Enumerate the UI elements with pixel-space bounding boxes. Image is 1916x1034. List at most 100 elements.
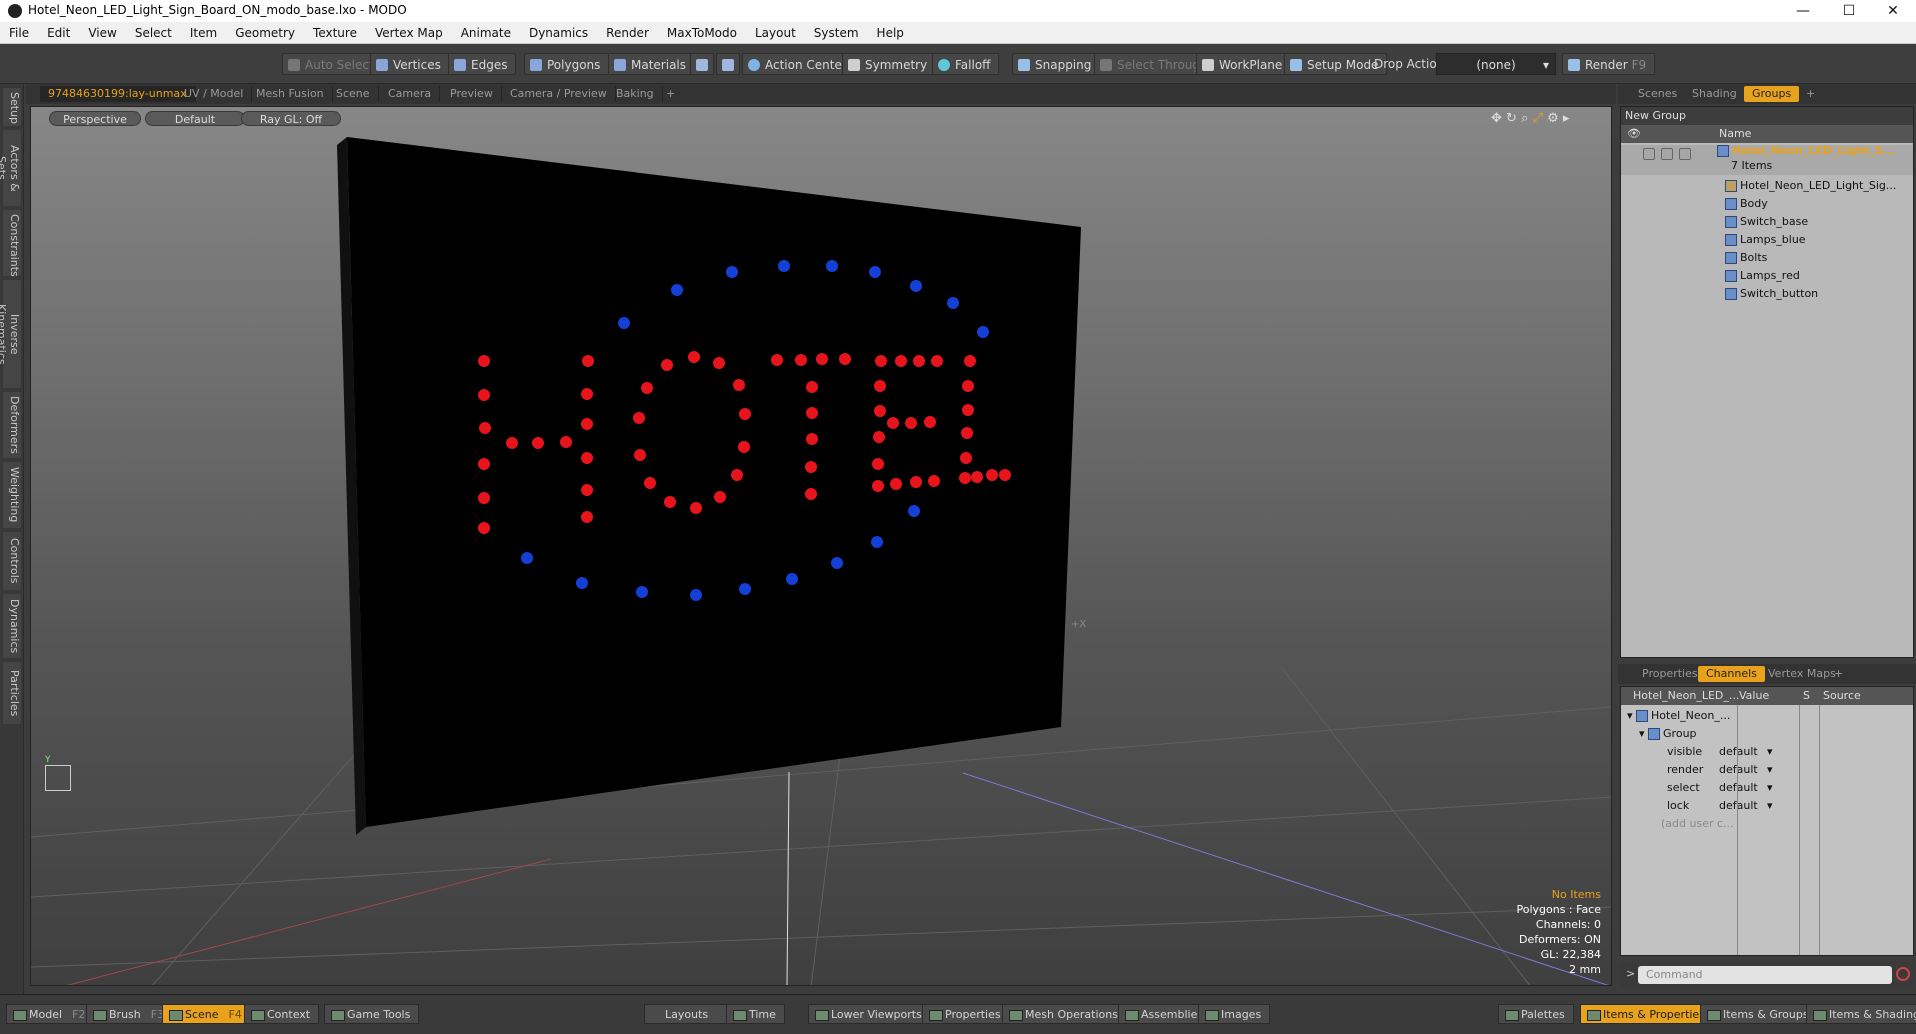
group-root-row[interactable]: Hotel_Neon_LED_Light_S... 7 Items	[1621, 144, 1913, 175]
tab-layout-unmax[interactable]: 97484630199:lay-unmax	[40, 86, 196, 102]
chevron-down-icon[interactable]: ▾	[1767, 797, 1773, 815]
group-item-row[interactable]: Bolts	[1621, 249, 1913, 267]
tab-weighting[interactable]: Weighting	[3, 462, 21, 528]
palettes-button[interactable]: Palettes	[1498, 1004, 1574, 1024]
scene-button[interactable]: Scene F4	[162, 1004, 251, 1024]
menu-geometry[interactable]: Geometry	[226, 22, 304, 44]
stop-icon[interactable]	[1896, 967, 1910, 981]
tab-actors-sets[interactable]: Actors & Sets	[0, 130, 21, 206]
menu-texture[interactable]: Texture	[304, 22, 366, 44]
menu-animate[interactable]: Animate	[452, 22, 520, 44]
action-center-button[interactable]: Action Center	[742, 53, 856, 75]
images-button[interactable]: Images	[1198, 1004, 1271, 1024]
group-item-row[interactable]: Switch_base	[1621, 213, 1913, 231]
setup-mode-button[interactable]: Setup Mode	[1284, 53, 1388, 75]
tab-scene[interactable]: Scene	[328, 86, 379, 102]
items-groups-button[interactable]: Items & Groups	[1700, 1004, 1818, 1024]
close-button[interactable]: ✕	[1870, 0, 1916, 22]
lock-toggle[interactable]	[1661, 148, 1673, 160]
time-button[interactable]: Time	[726, 1004, 785, 1024]
render-toggle[interactable]	[1643, 148, 1655, 160]
menu-select[interactable]: Select	[126, 22, 181, 44]
group-item-row[interactable]: Lamps_blue	[1621, 231, 1913, 249]
polygons-button[interactable]: Polygons	[524, 53, 610, 75]
context-button[interactable]: Context	[244, 1004, 320, 1024]
channel-row[interactable]: select default ▾	[1621, 779, 1913, 797]
render-button[interactable]: Render F9	[1562, 53, 1656, 75]
snapping-button[interactable]: Snapping	[1012, 53, 1101, 75]
menu-dynamics[interactable]: Dynamics	[520, 22, 597, 44]
channel-group-row[interactable]: ▾ Group	[1621, 725, 1913, 743]
tab-uv-model[interactable]: UV / Model	[176, 86, 253, 102]
3d-viewport[interactable]: Perspective Default Ray GL: Off ✥ ↻ ⌕ ⤢ …	[30, 106, 1612, 986]
select-mode-a-button[interactable]	[690, 53, 714, 75]
select-mode-b-button[interactable]	[716, 53, 740, 75]
channel-row[interactable]: lock default ▾	[1621, 797, 1913, 815]
menu-vertex-map[interactable]: Vertex Map	[366, 22, 452, 44]
items-properties-button[interactable]: Items & Properties	[1580, 1004, 1714, 1024]
model-button[interactable]: Model F2	[6, 1004, 95, 1024]
materials-button[interactable]: Materials	[608, 53, 696, 75]
channel-row[interactable]: visible default ▾	[1621, 743, 1913, 761]
tab-scenes[interactable]: Scenes	[1630, 86, 1685, 102]
tab-camera[interactable]: Camera	[380, 86, 441, 102]
new-group-button[interactable]: New Group	[1621, 107, 1913, 125]
add-right-tab-button[interactable]: +	[1798, 86, 1823, 102]
menu-layout[interactable]: Layout	[746, 22, 805, 44]
add-tab-button[interactable]: +	[658, 86, 683, 102]
tab-particles[interactable]: Particles	[3, 662, 21, 724]
tab-setup[interactable]: Setup	[3, 88, 21, 126]
tab-dynamics[interactable]: Dynamics	[3, 594, 21, 658]
command-input[interactable]: Command	[1638, 966, 1892, 984]
tab-mesh-fusion[interactable]: Mesh Fusion	[248, 86, 333, 102]
chevron-down-icon[interactable]: ▾	[1767, 743, 1773, 761]
tab-preview[interactable]: Preview	[442, 86, 502, 102]
chevron-down-icon[interactable]: ▾	[1767, 761, 1773, 779]
menu-maxtomodo[interactable]: MaxToModo	[658, 22, 746, 44]
menu-file[interactable]: File	[0, 22, 38, 44]
expand-icon[interactable]: ▾	[1627, 709, 1636, 722]
sign-board-front[interactable]	[347, 137, 1081, 827]
drop-action-select[interactable]: (none) ▾	[1436, 53, 1556, 75]
mesh-operations-button[interactable]: Mesh Operations	[1002, 1004, 1127, 1024]
channel-root-row[interactable]: ▾ Hotel_Neon_...	[1621, 707, 1913, 725]
channel-row[interactable]: render default ▾	[1621, 761, 1913, 779]
group-item-row[interactable]: Lamps_red	[1621, 267, 1913, 285]
items-shading-button[interactable]: Items & Shading	[1806, 1004, 1916, 1024]
chevron-down-icon[interactable]: ▾	[1767, 779, 1773, 797]
minimize-button[interactable]: —	[1780, 0, 1826, 22]
add-user-channel[interactable]: (add user c...	[1621, 815, 1913, 833]
menu-help[interactable]: Help	[868, 22, 913, 44]
menu-system[interactable]: System	[805, 22, 868, 44]
menu-view[interactable]: View	[79, 22, 125, 44]
menu-edit[interactable]: Edit	[38, 22, 79, 44]
expand-icon[interactable]: ▾	[1639, 727, 1648, 740]
tab-baking[interactable]: Baking	[608, 86, 663, 102]
maximize-button[interactable]: ☐	[1826, 0, 1872, 22]
brush-button[interactable]: Brush F3	[86, 1004, 174, 1024]
tab-camera-preview[interactable]: Camera / Preview	[502, 86, 616, 102]
group-item-row[interactable]: Hotel_Neon_LED_Light_Sig...	[1621, 177, 1913, 195]
tab-constraints[interactable]: Constraints	[3, 210, 21, 277]
game-tools-button[interactable]: Game Tools	[324, 1004, 420, 1024]
tab-groups[interactable]: Groups	[1744, 86, 1800, 102]
tab-inverse-kinematics[interactable]: Inverse Kinematics	[0, 280, 21, 388]
workplane-button[interactable]: WorkPlane	[1196, 53, 1292, 75]
properties-button[interactable]: Properties	[922, 1004, 1010, 1024]
tab-deformers[interactable]: Deformers	[3, 392, 21, 458]
add-prop-tab-button[interactable]: +	[1826, 666, 1851, 682]
tab-properties[interactable]: Properties	[1634, 666, 1706, 682]
auto-select-button[interactable]: Auto Select	[282, 53, 383, 75]
symmetry-button[interactable]: Symmetry	[842, 53, 937, 75]
layouts-button[interactable]: Layouts	[644, 1004, 730, 1024]
vertices-button[interactable]: Vertices	[370, 53, 450, 75]
group-item-row[interactable]: Switch_button	[1621, 285, 1913, 303]
tab-shading[interactable]: Shading	[1684, 86, 1745, 102]
tab-controls[interactable]: Controls	[3, 532, 21, 590]
lower-viewports-button[interactable]: Lower Viewports	[808, 1004, 931, 1024]
menu-render[interactable]: Render	[597, 22, 658, 44]
select-toggle[interactable]	[1679, 148, 1691, 160]
group-item-row[interactable]: Body	[1621, 195, 1913, 213]
falloff-button[interactable]: Falloff	[932, 53, 1000, 75]
edges-button[interactable]: Edges	[448, 53, 517, 75]
